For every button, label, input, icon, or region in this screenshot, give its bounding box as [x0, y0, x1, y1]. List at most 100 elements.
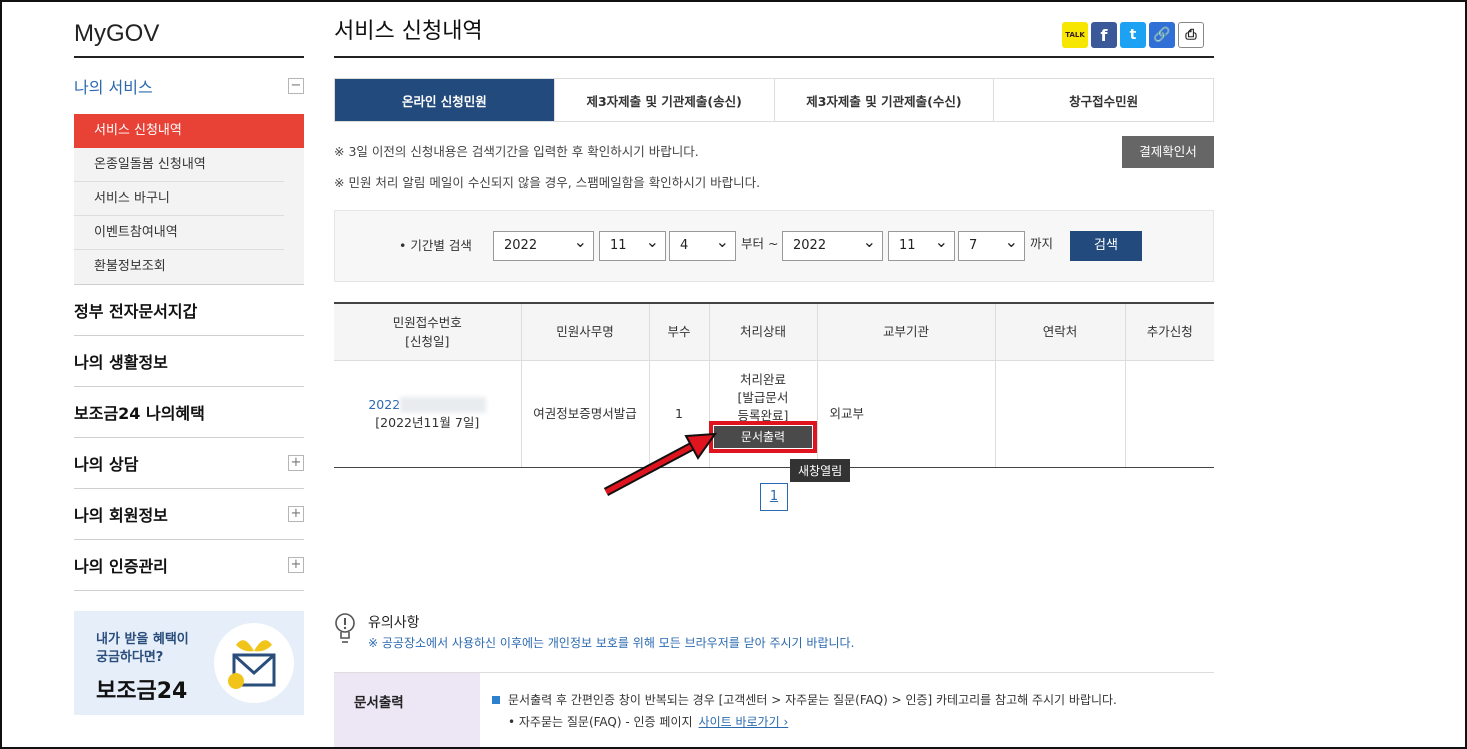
col-status: 처리상태	[709, 303, 818, 361]
new-window-tooltip: 새창열림	[790, 459, 851, 482]
sidebar-section-life-info[interactable]: 나의 생활정보	[74, 336, 304, 387]
status-line: 등록완료]	[737, 407, 789, 423]
link-icon[interactable]: 🔗	[1149, 22, 1175, 48]
print-icon[interactable]: ⎙	[1178, 22, 1204, 48]
to-label: 까지	[1030, 236, 1054, 251]
tab-counter[interactable]: 창구접수민원	[993, 79, 1213, 121]
document-print-button[interactable]: 문서출력	[709, 420, 817, 453]
tab-bar: 온라인 신청민원 제3자제출 및 기관제출(송신) 제3자제출 및 기관제출(수…	[334, 78, 1214, 122]
info-label: 문서출력	[334, 673, 480, 749]
from-year-select[interactable]: 2022	[493, 228, 594, 261]
sidebar-section-label: 나의 생활정보	[74, 353, 168, 372]
main-content: 서비스 신청내역 TALK f t 🔗 ⎙ 온라인 신청민원 제3자제출 및 기…	[334, 14, 1214, 468]
to-day-select[interactable]: 7	[958, 228, 1025, 261]
sidebar-submenu: 서비스 신청내역 온종일돌봄 신청내역 서비스 바구니 이벤트참여내역 환불정보…	[74, 114, 304, 285]
share-buttons: TALK f t 🔗 ⎙	[1062, 22, 1204, 48]
status-line: 처리완료	[739, 371, 786, 387]
search-button[interactable]: 검색	[1070, 231, 1142, 261]
application-table: 민원접수번호 [신청일] 민원사무명 부수 처리상태 교부기관 연락처 추가신청 …	[334, 302, 1214, 468]
brand-title: MyGOV	[74, 14, 304, 58]
sidebar-section-e-wallet[interactable]: 정부 전자문서지갑	[74, 285, 304, 336]
faq-site-link[interactable]: 사이트 바로가기 ›	[699, 715, 789, 729]
col-agency: 교부기관	[817, 303, 996, 361]
expand-icon[interactable]: +	[288, 506, 304, 522]
from-day-select[interactable]: 4	[669, 228, 736, 261]
kakaotalk-icon[interactable]: TALK	[1062, 22, 1088, 48]
tab-third-party-sent[interactable]: 제3자제출 및 기관제출(송신)	[553, 79, 774, 121]
banner-line: 내가 받을 혜택이	[96, 632, 189, 647]
notice-area: ※ 3일 이전의 신청내용은 검색기간을 입력한 후 확인하시기 바랍니다. ※…	[334, 136, 1214, 198]
col-name: 민원사무명	[521, 303, 650, 361]
banner-text: 내가 받을 혜택이 궁금하다면?	[96, 631, 189, 667]
to-month-select[interactable]: 11	[888, 228, 955, 261]
sidebar-section-label: 나의 회원정보	[74, 506, 168, 525]
tab-third-party-received[interactable]: 제3자제출 및 기관제출(수신)	[773, 79, 994, 121]
cell-status: 처리완료 [발급문서 등록완료] 문서출력	[709, 360, 818, 468]
annotation-arrow-icon	[603, 432, 718, 496]
sidebar-item-refund-info[interactable]: 환불정보조회	[74, 250, 284, 284]
number-prefix: 2022	[368, 396, 401, 412]
application-number-link[interactable]: 2022	[368, 396, 487, 413]
square-bullet-icon	[492, 696, 500, 704]
banner-title: 보조금24	[96, 679, 188, 704]
info-body: 문서출력 후 간편인증 창이 반복되는 경우 [고객센터 > 자주묻는 질문(F…	[480, 673, 1129, 749]
notice-text: ※ 3일 이전의 신청내용은 검색기간을 입력한 후 확인하시기 바랍니다.	[334, 144, 699, 159]
sidebar-section-auth[interactable]: 나의 인증관리 +	[74, 540, 304, 591]
search-label: • 기간별 검색	[399, 238, 472, 253]
expand-icon[interactable]: +	[288, 557, 304, 573]
sidebar-section-member-info[interactable]: 나의 회원정보 +	[74, 489, 304, 540]
col-additional: 추가신청	[1125, 303, 1214, 361]
table-row: 2022 [2022년11월 7일] 여권정보증명서발급 1 처리완료 [발급문…	[334, 360, 1214, 468]
cell-additional	[1125, 360, 1214, 468]
from-month-select[interactable]: 11	[599, 228, 666, 261]
info-text: 문서출력 후 간편인증 창이 반복되는 경우 [고객센터 > 자주묻는 질문(F…	[508, 693, 1117, 707]
page-1-link[interactable]: 1	[760, 483, 788, 511]
title-row: 서비스 신청내역 TALK f t 🔗 ⎙	[334, 14, 1214, 58]
sidebar-item-event-history[interactable]: 이벤트참여내역	[74, 216, 284, 250]
facebook-icon[interactable]: f	[1091, 22, 1117, 48]
notice-text: ※ 민원 처리 알림 메일이 수신되지 않을 경우, 스팸메일함을 확인하시기 …	[334, 175, 761, 190]
twitter-icon[interactable]: t	[1120, 22, 1146, 48]
sidebar-item-service-history[interactable]: 서비스 신청내역	[74, 114, 304, 148]
collapse-icon[interactable]: −	[288, 78, 304, 94]
sidebar-section-benefits[interactable]: 보조금24 나의혜택	[74, 387, 304, 438]
from-label: 부터 ~	[741, 236, 779, 251]
application-date: [2022년11월 7일]	[375, 414, 480, 430]
col-contact: 연락처	[995, 303, 1126, 361]
sidebar-section-label: 나의 상담	[74, 455, 139, 474]
expand-icon[interactable]: +	[288, 455, 304, 471]
header-label: 민원접수번호	[392, 314, 462, 330]
info-line: • 자주묻는 질문(FAQ) - 인증 페이지 사이트 바로가기 ›	[492, 711, 1117, 733]
sidebar-section-label: 정부 전자문서지갑	[74, 302, 198, 321]
sidebar-section-my-services[interactable]: 나의 서비스 −	[74, 58, 304, 114]
cell-number: 2022 [2022년11월 7일]	[334, 360, 522, 468]
header-label: [신청일]	[405, 333, 450, 349]
cell-agency: 외교부	[817, 360, 996, 468]
payment-receipt-button[interactable]: 결제확인서	[1122, 136, 1214, 168]
caution-title: 유의사항	[368, 615, 420, 631]
print-wrap: 문서출력	[709, 420, 817, 453]
banner-line: 궁금하다면?	[96, 650, 164, 665]
status-line: [발급문서	[737, 389, 789, 405]
to-year-select[interactable]: 2022	[782, 228, 883, 261]
period-search: • 기간별 검색 2022 11 4 부터 ~ 2022 11 7 까지 검색	[334, 210, 1214, 282]
sidebar-section-label: 나의 서비스	[74, 78, 153, 97]
gift-icon	[214, 623, 294, 703]
sidebar-section-label: 나의 인증관리	[74, 557, 168, 576]
col-count: 부수	[649, 303, 710, 361]
cell-contact	[995, 360, 1126, 468]
sidebar-item-service-basket[interactable]: 서비스 바구니	[74, 182, 284, 216]
redacted-number	[400, 397, 487, 413]
subsidy-banner[interactable]: 내가 받을 혜택이 궁금하다면? 보조금24	[74, 611, 304, 715]
info-line: 문서출력 후 간편인증 창이 반복되는 경우 [고객센터 > 자주묻는 질문(F…	[492, 689, 1117, 711]
tab-online[interactable]: 온라인 신청민원	[335, 79, 554, 121]
caution-text: ※ 공공장소에서 사용하신 이후에는 개인정보 보호를 위해 모든 브라우저를 …	[368, 636, 855, 650]
sidebar-section-label: 보조금24 나의혜택	[74, 404, 205, 423]
table-header-row: 민원접수번호 [신청일] 민원사무명 부수 처리상태 교부기관 연락처 추가신청	[334, 303, 1214, 361]
info-table: 문서출력 문서출력 후 간편인증 창이 반복되는 경우 [고객센터 > 자주묻는…	[334, 672, 1214, 749]
info-text: • 자주묻는 질문(FAQ) - 인증 페이지	[508, 715, 693, 729]
sidebar: MyGOV 나의 서비스 − 서비스 신청내역 온종일돌봄 신청내역 서비스 바…	[74, 14, 304, 715]
sidebar-section-consult[interactable]: 나의 상담 +	[74, 438, 304, 489]
col-number: 민원접수번호 [신청일]	[334, 303, 522, 361]
sidebar-item-care-history[interactable]: 온종일돌봄 신청내역	[74, 148, 284, 182]
